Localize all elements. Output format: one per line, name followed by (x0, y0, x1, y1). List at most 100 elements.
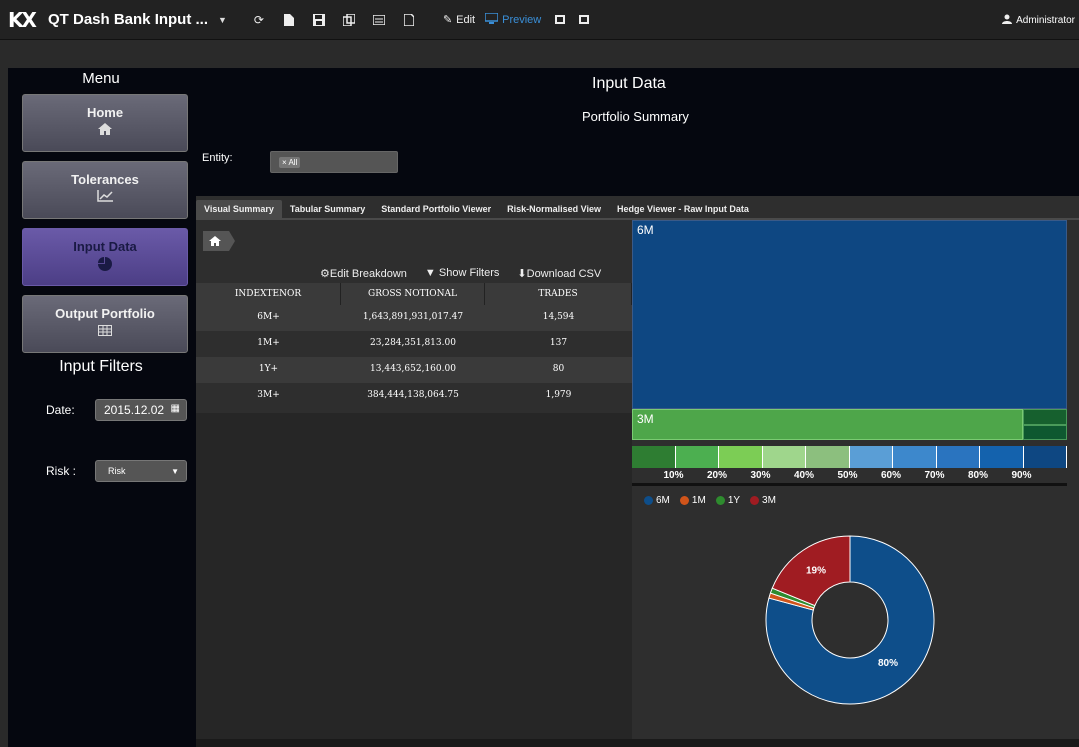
table-cell: 3M+ (257, 390, 280, 400)
color-scale-tick-label: 50% (837, 470, 858, 481)
entity-chip[interactable]: × All (279, 157, 301, 168)
risk-dropdown[interactable]: Risk ▼ (95, 460, 187, 482)
save-icon[interactable] (312, 13, 325, 26)
date-value: 2015.12.02 (104, 403, 165, 417)
legend-item[interactable]: 1M (679, 495, 706, 506)
chevron-down-icon: ▼ (171, 467, 179, 476)
download-icon: ⬇ (517, 268, 527, 280)
legend-item[interactable]: 3M (750, 495, 776, 506)
color-scale-tick-label: 80% (968, 470, 989, 481)
sidebar-item-label: Output Portfolio (55, 306, 155, 321)
table-cell: 1M+ (257, 338, 280, 348)
tab-bar: Visual Summary Tabular Summary Standard … (196, 200, 757, 218)
table-cell: 14,594 (542, 312, 575, 322)
table-row[interactable]: 1M+ 23,284,351,813.00 137 (196, 331, 632, 357)
legend-item[interactable]: 6M (644, 495, 670, 506)
tab-standard-portfolio-viewer[interactable]: Standard Portfolio Viewer (373, 200, 499, 218)
user-menu[interactable]: Administrator (1002, 14, 1075, 27)
chevron-down-icon[interactable]: ▼ (218, 15, 227, 25)
treemap-cell-6m[interactable]: 6M (632, 220, 1067, 409)
table-cell: 6M+ (257, 312, 280, 322)
table-row[interactable]: 6M+ 1,643,891,931,017.47 14,594 (196, 305, 632, 331)
calendar-icon[interactable]: ▦ (171, 403, 180, 414)
color-scale-tick-label: 30% (750, 470, 771, 481)
table-cell: 1Y+ (258, 364, 279, 374)
color-scale-swatch (632, 446, 676, 468)
download-csv-label: Download CSV (526, 268, 602, 280)
grid-header: INDEXTENOR GROSS NOTIONAL TRADES (196, 283, 632, 305)
preview-button[interactable]: Preview (484, 11, 541, 27)
table-cell: 137 (549, 338, 568, 348)
treemap: 6M 3M (632, 220, 1067, 440)
menu-title: Menu (82, 70, 120, 87)
color-scale-tick-label: 90% (1011, 470, 1032, 481)
dashboard-title[interactable]: QT Dash Bank Input ... (48, 11, 208, 28)
sidebar-item-tolerances[interactable]: Tolerances (22, 161, 188, 219)
edit-label: Edit (456, 13, 476, 26)
copy-icon[interactable] (342, 13, 355, 26)
column-header[interactable]: GROSS NOTIONAL (341, 283, 485, 305)
window-icon[interactable] (555, 15, 566, 24)
pie-chart-icon (23, 257, 187, 274)
treemap-cell-1m[interactable] (1023, 425, 1067, 440)
home-icon (203, 231, 235, 251)
legend-label: 6M (656, 495, 670, 506)
edit-breakdown-label: Edit Breakdown (329, 268, 407, 280)
pdf-icon[interactable] (403, 13, 415, 26)
legend-swatch (750, 496, 760, 505)
tab-hedge-viewer[interactable]: Hedge Viewer - Raw Input Data (609, 200, 757, 218)
fullscreen-icon[interactable] (579, 15, 590, 24)
panel-footer (196, 739, 1079, 747)
sidebar-item-home[interactable]: Home (22, 94, 188, 152)
color-scale-ticks: 10% 20% 30% 40% 50% 60% 70% 80% 90% (632, 470, 1067, 484)
top-toolbar: KX QT Dash Bank Input ... ▼ ⟳ ✎ Edit Pre… (0, 0, 1079, 40)
color-scale-swatch (806, 446, 850, 468)
show-filters-button[interactable]: ▼ Show Filters (425, 267, 499, 280)
tab-tabular-summary[interactable]: Tabular Summary (282, 200, 373, 218)
legend-label: 1Y (727, 495, 741, 506)
user-name: Administrator (1016, 15, 1075, 26)
column-header[interactable]: TRADES (485, 283, 632, 305)
entity-chip-label: All (288, 158, 298, 167)
entity-select[interactable]: × All (270, 151, 398, 173)
treemap-cell-1y[interactable] (1023, 409, 1067, 425)
tab-visual-summary[interactable]: Visual Summary (196, 200, 282, 218)
chart-legend: 6M 1M 1Y 3M (644, 495, 776, 506)
page-title: Input Data (592, 75, 666, 92)
color-scale-swatch (980, 446, 1024, 468)
treemap-cell-3m[interactable]: 3M (632, 409, 1023, 440)
table-cell: 80 (552, 364, 565, 374)
table-cell: 384,444,138,064.75 (367, 390, 459, 400)
refresh-icon[interactable]: ⟳ (253, 14, 265, 26)
sidebar-item-input-data[interactable]: Input Data (22, 228, 188, 286)
entity-label: Entity: (202, 152, 233, 164)
color-scale-swatch (936, 446, 980, 468)
table-row[interactable]: 3M+ 384,444,138,064.75 1,979 (196, 383, 632, 409)
table-cell: 1,979 (545, 390, 572, 400)
legend-swatch (715, 496, 725, 505)
sidebar-item-label: Tolerances (71, 172, 139, 187)
pie-data-label: 19% (806, 565, 826, 576)
table-icon (23, 324, 187, 339)
breadcrumb-home[interactable] (203, 231, 235, 251)
color-scale-swatch (675, 446, 719, 468)
edit-button[interactable]: ✎ Edit (442, 13, 476, 27)
table-row[interactable]: 1Y+ 13,443,652,160.00 80 (196, 357, 632, 383)
legend-label: 1M (691, 495, 706, 506)
sidebar-item-output-portfolio[interactable]: Output Portfolio (22, 295, 188, 353)
legend-item[interactable]: 1Y (715, 495, 741, 506)
edit-breakdown-button[interactable]: ⚙Edit Breakdown (320, 267, 407, 280)
date-picker[interactable]: 2015.12.02 ▦ (95, 399, 187, 421)
tab-risk-normalised-view[interactable]: Risk-Normalised View (499, 200, 609, 218)
grid-empty-area (196, 413, 632, 739)
column-header[interactable]: INDEXTENOR (196, 283, 341, 305)
color-scale-tick-label: 10% (663, 470, 684, 481)
list-icon[interactable] (372, 14, 385, 26)
color-scale-swatch (762, 446, 806, 468)
new-file-icon[interactable] (283, 13, 295, 26)
legend-label: 3M (762, 495, 776, 506)
color-scale-swatch (849, 446, 893, 468)
color-scale-swatch (893, 446, 937, 468)
download-csv-button[interactable]: ⬇Download CSV (517, 267, 601, 280)
edit-icon: ✎ (442, 14, 453, 26)
